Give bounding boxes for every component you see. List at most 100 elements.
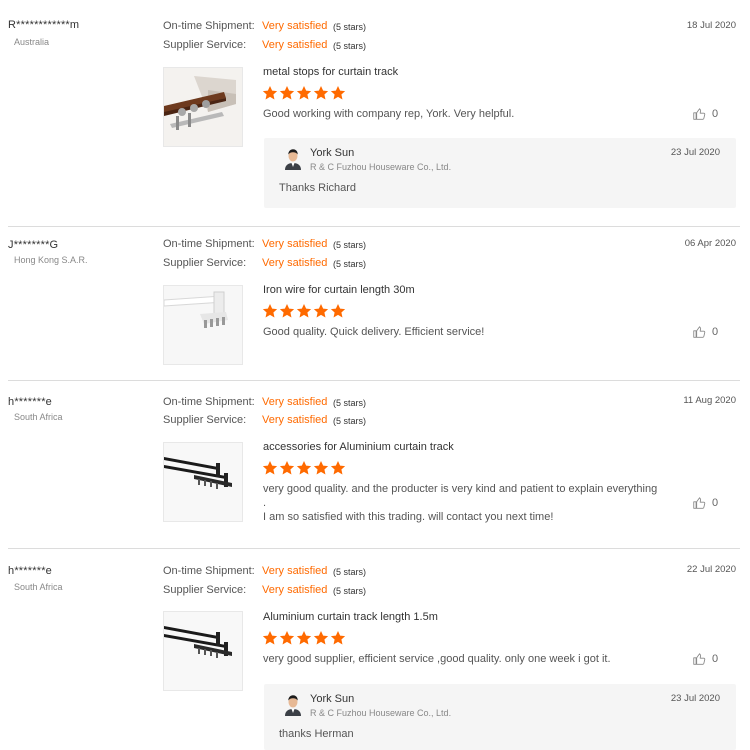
white-curtain-track-icon xyxy=(164,286,242,364)
black-curtain-track-icon xyxy=(164,443,242,521)
avatar xyxy=(282,692,304,716)
product-image[interactable] xyxy=(163,611,243,691)
supplier-service-label: Supplier Service: xyxy=(163,414,247,426)
rating-stars xyxy=(262,303,346,319)
ontime-shipment-value: Very satisfied xyxy=(262,396,328,408)
star-icon xyxy=(313,630,329,646)
ontime-shipment-label: On-time Shipment: xyxy=(163,565,255,577)
review-comment: Good working with company rep, York. Ver… xyxy=(263,108,515,120)
helpful-count: 0 xyxy=(712,497,719,509)
product-image[interactable] xyxy=(163,67,243,147)
ontime-shipment-stars: (5 stars) xyxy=(333,240,367,250)
star-icon xyxy=(313,460,329,476)
ontime-shipment-value: Very satisfied xyxy=(262,238,328,250)
review-date: 22 Jul 2020 xyxy=(686,564,736,575)
reviewer-country: South Africa xyxy=(14,582,63,592)
star-icon xyxy=(262,85,278,101)
star-icon xyxy=(296,460,312,476)
ontime-shipment-label: On-time Shipment: xyxy=(163,20,255,32)
star-icon xyxy=(279,303,295,319)
product-title[interactable]: accessories for Aluminium curtain track xyxy=(263,441,454,453)
product-title[interactable]: Iron wire for curtain length 30m xyxy=(263,284,415,296)
ontime-shipment-label: On-time Shipment: xyxy=(163,396,255,408)
thumbs-up-icon xyxy=(692,107,706,121)
reply-author: York Sun xyxy=(310,693,355,705)
supplier-service-value: Very satisfied xyxy=(262,39,328,51)
supplier-reply: York Sun R & C Fuzhou Houseware Co., Ltd… xyxy=(264,684,736,750)
helpful-count: 0 xyxy=(712,326,719,338)
star-icon xyxy=(279,630,295,646)
star-icon xyxy=(296,85,312,101)
ontime-shipment-label: On-time Shipment: xyxy=(163,238,255,250)
ontime-shipment-stars: (5 stars) xyxy=(333,567,367,577)
star-icon xyxy=(313,85,329,101)
reply-company: R & C Fuzhou Houseware Co., Ltd. xyxy=(310,708,452,718)
review-item: R************m Australia On-time Shipmen… xyxy=(0,0,750,226)
reply-author: York Sun xyxy=(310,147,355,159)
helpful-button[interactable]: 0 xyxy=(692,652,718,666)
star-icon xyxy=(330,460,346,476)
product-image[interactable] xyxy=(163,442,243,522)
reply-date: 23 Jul 2020 xyxy=(670,147,720,158)
reply-company: R & C Fuzhou Houseware Co., Ltd. xyxy=(310,162,452,172)
reviewer-name: h*******e xyxy=(8,396,53,408)
helpful-button[interactable]: 0 xyxy=(692,325,718,339)
review-comment: very good quality. and the producter is … xyxy=(263,482,663,524)
rating-stars xyxy=(262,85,346,101)
star-icon xyxy=(296,303,312,319)
star-icon xyxy=(279,85,295,101)
review-comment: Good quality. Quick delivery. Efficient … xyxy=(263,326,485,338)
curtain-rod-wood-bracket-icon xyxy=(164,68,242,146)
star-icon xyxy=(296,630,312,646)
reviewer-name: R************m xyxy=(8,19,80,31)
rating-stars xyxy=(262,630,346,646)
review-date: 18 Jul 2020 xyxy=(686,20,736,31)
review-item: h*******e South Africa On-time Shipment:… xyxy=(0,380,750,548)
reviewer-country: Australia xyxy=(14,37,50,47)
ontime-shipment-stars: (5 stars) xyxy=(333,398,367,408)
review-comment: very good supplier, efficient service ,g… xyxy=(263,653,611,665)
supplier-service-stars: (5 stars) xyxy=(333,259,367,269)
review-comment-line: I am so satisfied with this trading. wil… xyxy=(263,511,554,523)
supplier-service-value: Very satisfied xyxy=(262,584,328,596)
reviewer-name: J********G xyxy=(8,239,59,251)
star-icon xyxy=(330,630,346,646)
thumbs-up-icon xyxy=(692,496,706,510)
reply-text: Thanks Richard xyxy=(279,182,357,194)
supplier-service-value: Very satisfied xyxy=(262,257,328,269)
star-icon xyxy=(313,303,329,319)
supplier-service-label: Supplier Service: xyxy=(163,584,247,596)
star-icon xyxy=(330,85,346,101)
supplier-reply: York Sun R & C Fuzhou Houseware Co., Ltd… xyxy=(264,138,736,208)
helpful-button[interactable]: 0 xyxy=(692,496,718,510)
supplier-service-stars: (5 stars) xyxy=(333,41,367,51)
product-title[interactable]: metal stops for curtain track xyxy=(263,66,398,78)
review-comment-line: very good quality. and the producter is … xyxy=(263,483,658,509)
reply-date: 23 Jul 2020 xyxy=(670,693,720,704)
avatar xyxy=(282,146,304,170)
reviewer-country: South Africa xyxy=(14,412,63,422)
reviewer-name: h*******e xyxy=(8,565,53,577)
ontime-shipment-value: Very satisfied xyxy=(262,20,328,32)
supplier-service-value: Very satisfied xyxy=(262,414,328,426)
ontime-shipment-stars: (5 stars) xyxy=(333,22,367,32)
review-date: 06 Apr 2020 xyxy=(684,238,736,249)
review-item: h*******e South Africa On-time Shipment:… xyxy=(0,548,750,750)
helpful-count: 0 xyxy=(712,108,719,120)
star-icon xyxy=(330,303,346,319)
star-icon xyxy=(262,303,278,319)
thumbs-up-icon xyxy=(692,325,706,339)
star-icon xyxy=(262,630,278,646)
helpful-button[interactable]: 0 xyxy=(692,107,718,121)
reply-text: thanks Herman xyxy=(279,728,354,740)
supplier-service-label: Supplier Service: xyxy=(163,257,247,269)
reviewer-country: Hong Kong S.A.R. xyxy=(14,255,88,265)
review-item: J********G Hong Kong S.A.R. On-time Ship… xyxy=(0,226,750,380)
product-title[interactable]: Aluminium curtain track length 1.5m xyxy=(263,611,438,623)
review-date: 11 Aug 2020 xyxy=(683,395,736,406)
helpful-count: 0 xyxy=(712,653,719,665)
star-icon xyxy=(262,460,278,476)
product-image[interactable] xyxy=(163,285,243,365)
black-curtain-track-icon xyxy=(164,612,242,690)
thumbs-up-icon xyxy=(692,652,706,666)
